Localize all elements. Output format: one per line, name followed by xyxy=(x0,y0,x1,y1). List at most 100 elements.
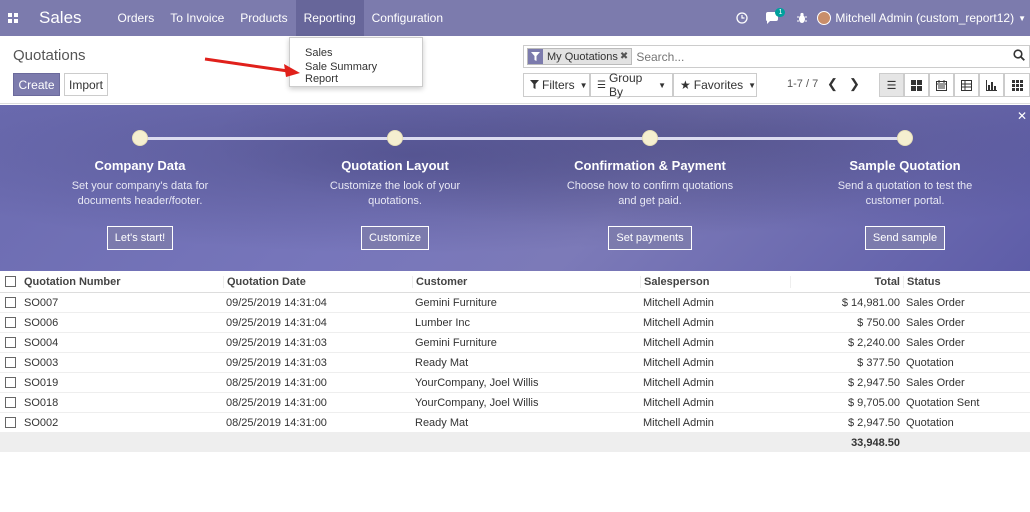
quotation-number-cell: SO019 xyxy=(24,376,59,389)
menu-configuration[interactable]: Configuration xyxy=(364,0,451,36)
star-icon: ★ xyxy=(680,78,691,92)
search-icon[interactable] xyxy=(1013,49,1025,64)
quotation-number-cell: SO004 xyxy=(24,336,59,349)
total-cell: $ 2,947.50 xyxy=(848,416,900,429)
row-checkbox[interactable] xyxy=(0,297,21,308)
status-cell: Quotation Sent xyxy=(906,396,980,409)
row-checkbox[interactable] xyxy=(0,357,21,368)
close-icon[interactable]: ✕ xyxy=(1017,109,1027,123)
calendar-view-icon[interactable] xyxy=(929,73,954,97)
list-view-icon[interactable]: ☰ xyxy=(879,73,904,97)
onboarding-banner: ✕ Company Data Set your company's data f… xyxy=(0,105,1030,271)
kanban-view-icon[interactable] xyxy=(904,73,929,97)
row-checkbox[interactable] xyxy=(0,317,21,328)
activity-clock-icon[interactable] xyxy=(727,0,757,36)
top-navbar: Sales Orders To Invoice Products Reporti… xyxy=(0,0,1030,36)
menu-orders[interactable]: Orders xyxy=(110,0,163,36)
salesperson-cell: Mitchell Admin xyxy=(643,396,714,409)
column-salesperson[interactable]: Salesperson xyxy=(640,275,790,288)
select-all-checkbox[interactable] xyxy=(0,276,21,287)
customer-cell: Lumber Inc xyxy=(415,316,471,329)
step-quotation-layout: Quotation Layout Customize the look of y… xyxy=(270,130,520,250)
quotation-date-cell: 08/25/2019 14:31:00 xyxy=(226,376,327,389)
table-row[interactable]: SO019 08/25/2019 14:31:00 YourCompany, Joe… xyxy=(0,373,1030,393)
facet-value: My Quotations xyxy=(547,50,618,63)
facet-remove-icon[interactable]: ✖ xyxy=(620,51,631,62)
send-sample-button[interactable]: Send sample xyxy=(864,226,946,250)
avatar xyxy=(817,11,832,25)
control-panel: Quotations Create Import My Quotations ✖… xyxy=(0,36,1030,104)
reporting-dropdown: Sales Sale Summary Report xyxy=(289,37,423,87)
graph-view-icon[interactable] xyxy=(979,73,1004,97)
create-button[interactable]: Create xyxy=(13,73,60,96)
quotation-number-cell: SO018 xyxy=(24,396,59,409)
status-cell: Sales Order xyxy=(906,376,965,389)
step-dot xyxy=(132,130,148,146)
row-checkbox[interactable] xyxy=(0,397,21,408)
menu-to-invoice[interactable]: To Invoice xyxy=(162,0,232,36)
favorites-label: Favorites xyxy=(693,78,744,92)
quotation-date-cell: 09/25/2019 14:31:04 xyxy=(226,296,327,309)
quotation-date-cell: 09/25/2019 14:31:03 xyxy=(226,356,327,369)
app-brand[interactable]: Sales xyxy=(39,8,82,28)
row-checkbox[interactable] xyxy=(0,417,21,428)
step-sample-quotation: Sample Quotation Send a quotation to tes… xyxy=(780,130,1030,250)
status-cell: Sales Order xyxy=(906,336,965,349)
pivot-view-icon[interactable] xyxy=(954,73,979,97)
dropdown-item-sale-summary-report[interactable]: Sale Summary Report xyxy=(290,61,422,85)
breadcrumb-title: Quotations xyxy=(13,47,86,64)
step-description: Customize the look of your quotations. xyxy=(329,180,461,207)
column-quotation-date[interactable]: Quotation Date xyxy=(223,275,412,288)
customer-cell: YourCompany, Joel Willis xyxy=(415,376,539,389)
menu-products[interactable]: Products xyxy=(232,0,295,36)
salesperson-cell: Mitchell Admin xyxy=(643,336,714,349)
column-customer[interactable]: Customer xyxy=(412,275,640,288)
pager-value[interactable]: 1-7 / 7 xyxy=(787,78,818,90)
lets-start-button[interactable]: Let's start! xyxy=(106,226,174,250)
table-row[interactable]: SO004 09/25/2019 14:31:03 Gemini Furniture… xyxy=(0,333,1030,353)
column-total[interactable]: Total xyxy=(790,275,903,288)
menu-reporting[interactable]: Reporting xyxy=(295,0,364,36)
apps-menu-icon[interactable] xyxy=(0,0,26,36)
row-checkbox[interactable] xyxy=(0,377,21,388)
grid-view-icon[interactable] xyxy=(1004,73,1030,97)
caret-down-icon: ▼ xyxy=(658,80,666,90)
set-payments-button[interactable]: Set payments xyxy=(608,226,692,250)
chevron-down-icon: ▼ xyxy=(1018,13,1026,23)
salesperson-cell: Mitchell Admin xyxy=(643,316,714,329)
quotation-number-cell: SO002 xyxy=(24,416,59,429)
user-menu[interactable]: Mitchell Admin (custom_report12) ▼ xyxy=(817,11,1030,25)
search-input[interactable] xyxy=(636,49,1029,64)
row-checkbox[interactable] xyxy=(0,337,21,348)
quotation-date-cell: 08/25/2019 14:31:00 xyxy=(226,416,327,429)
quotations-table: Quotation Number Quotation Date Customer… xyxy=(0,271,1030,452)
list-bars-icon: ☰ xyxy=(597,79,606,91)
dropdown-item-sales[interactable]: Sales xyxy=(290,43,422,63)
salesperson-cell: Mitchell Admin xyxy=(643,376,714,389)
step-title: Company Data xyxy=(94,158,186,173)
filters-label: Filters xyxy=(542,78,575,92)
table-row[interactable]: SO003 09/25/2019 14:31:03 Ready Mat Mitchel… xyxy=(0,353,1030,373)
step-confirmation-payment: Confirmation & Payment Choose how to con… xyxy=(525,130,775,250)
table-header: Quotation Number Quotation Date Customer… xyxy=(0,271,1030,293)
pager-next-icon[interactable]: ❯ xyxy=(849,76,860,92)
table-row[interactable]: SO002 08/25/2019 14:31:00 Ready Mat Mitchel… xyxy=(0,413,1030,433)
table-row[interactable]: SO018 08/25/2019 14:31:00 YourCompany, Joe… xyxy=(0,393,1030,413)
import-button[interactable]: Import xyxy=(64,73,108,96)
customer-cell: Ready Mat xyxy=(415,356,469,369)
pager-previous-icon[interactable]: ❮ xyxy=(827,76,838,92)
step-dot xyxy=(387,130,403,146)
table-row[interactable]: SO006 09/25/2019 14:31:04 Lumber Inc Mitche… xyxy=(0,313,1030,333)
favorites-button[interactable]: ★ Favorites ▼ xyxy=(673,73,757,97)
table-row[interactable]: SO007 09/25/2019 14:31:04 Gemini Furniture… xyxy=(0,293,1030,313)
chat-icon[interactable]: 1 xyxy=(757,0,787,36)
column-status[interactable]: Status xyxy=(903,275,1030,288)
filter-icon xyxy=(528,49,543,64)
filters-button[interactable]: Filters ▼ xyxy=(523,73,590,97)
quotation-number-cell: SO003 xyxy=(24,356,59,369)
group-by-button[interactable]: ☰ Group By ▼ xyxy=(590,71,673,99)
debug-bug-icon[interactable] xyxy=(787,0,817,36)
filter-icon xyxy=(530,78,539,92)
column-quotation-number[interactable]: Quotation Number xyxy=(21,276,223,288)
customize-button[interactable]: Customize xyxy=(361,226,429,250)
